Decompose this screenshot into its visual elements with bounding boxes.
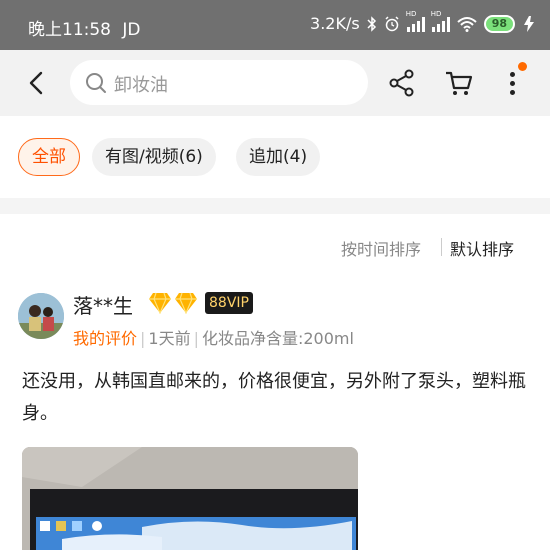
reviewer-name: 落**生: [73, 294, 133, 318]
battery-indicator: 98: [483, 14, 515, 33]
signal-icon-2: HD: [431, 10, 450, 32]
review-photo-image: [22, 447, 358, 550]
signal-2-label: HD: [430, 9, 442, 18]
search-placeholder: 卸妆油: [114, 75, 168, 96]
search-input[interactable]: 卸妆油: [70, 60, 368, 105]
wifi-icon: [457, 16, 477, 32]
review-filters: 全部 有图/视频(6) 追加(4): [0, 116, 550, 198]
avatar-image: [18, 293, 64, 339]
notification-dot: [518, 62, 527, 71]
more-dot-icon: [510, 90, 515, 95]
filter-followup[interactable]: 追加(4): [236, 138, 321, 176]
search-icon: [86, 73, 106, 93]
network-speed: 3.2K/s: [310, 14, 360, 33]
meta-separator: |: [140, 329, 146, 348]
signal-icon-1: HD: [406, 10, 425, 32]
sort-by-time[interactable]: 按时间排序: [341, 236, 421, 260]
more-menu-button[interactable]: [498, 62, 528, 102]
my-review-label: 我的评价: [73, 329, 138, 348]
clock-text: 晚上11:58: [28, 20, 111, 40]
more-dot-icon: [510, 72, 515, 77]
cart-icon[interactable]: [444, 68, 474, 98]
review-photo[interactable]: [22, 447, 358, 550]
signal-1-label: HD: [405, 9, 417, 18]
sort-divider: [441, 238, 442, 256]
review-meta: 我的评价 | 1天前 | 化妆品净含量:200ml: [73, 325, 354, 349]
charging-icon: [524, 15, 534, 32]
vip-badge: 88VIP: [205, 292, 253, 314]
alarm-icon: [385, 15, 399, 31]
bluetooth-icon: [367, 15, 376, 32]
review-time: 1天前: [148, 329, 191, 348]
diamond-level-icon: [175, 292, 197, 314]
avatar[interactable]: [18, 293, 64, 339]
filter-with-media[interactable]: 有图/视频(6): [92, 138, 216, 176]
meta-separator: |: [193, 329, 199, 348]
status-indicators: 3.2K/s HD HD 98: [310, 10, 536, 33]
product-spec: 化妆品净含量:200ml: [201, 329, 354, 348]
sort-default[interactable]: 默认排序: [450, 236, 514, 260]
back-arrow-icon[interactable]: [22, 68, 52, 98]
diamond-level-icon: [149, 292, 171, 314]
top-nav: 卸妆油: [0, 50, 550, 116]
more-dot-icon: [510, 81, 515, 86]
status-time: 晚上11:58 JD: [28, 15, 141, 40]
section-divider: [0, 198, 550, 214]
status-bar: 晚上11:58 JD 3.2K/s HD HD 98: [0, 0, 550, 50]
share-icon[interactable]: [388, 68, 416, 98]
filter-all[interactable]: 全部: [18, 138, 80, 176]
review-text: 还没用，从韩国直邮来的，价格很便宜，另外附了泵头，塑料瓶身。: [22, 371, 526, 424]
carrier-text: JD: [122, 20, 141, 40]
sort-bar: 按时间排序 默认排序: [0, 214, 550, 274]
